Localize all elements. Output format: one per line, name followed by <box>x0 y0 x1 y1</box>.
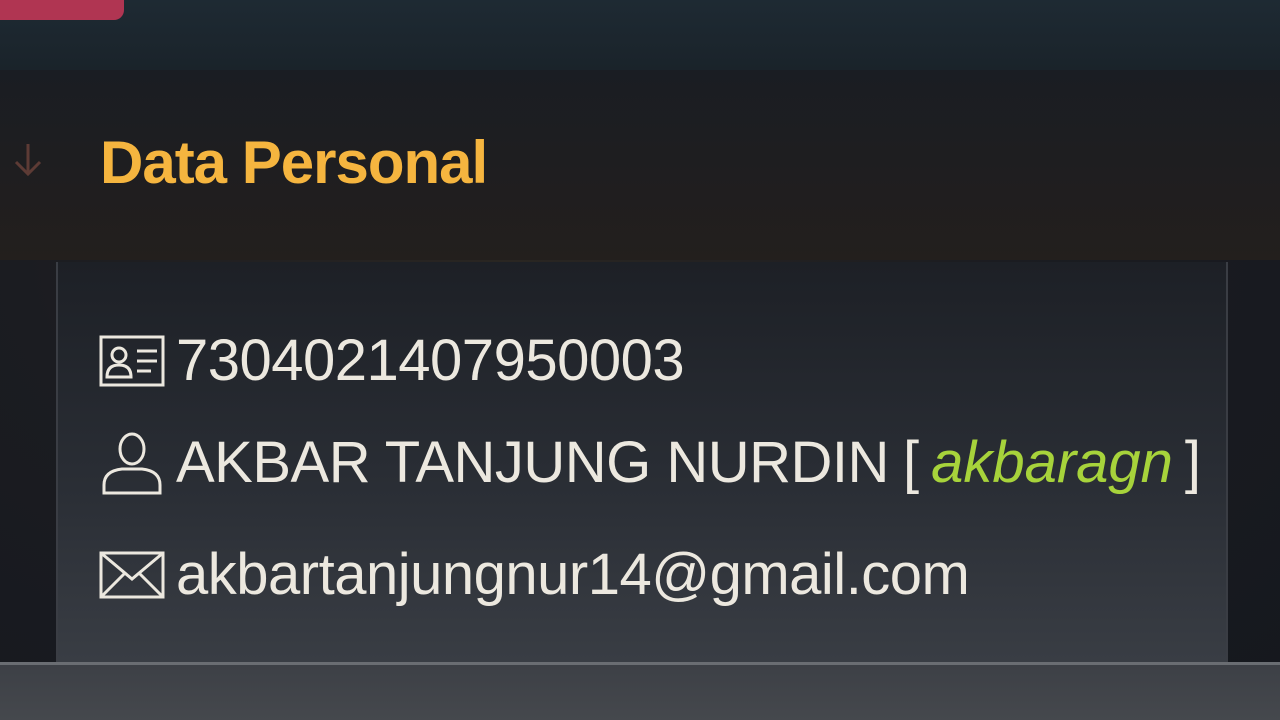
top-bar <box>0 0 1280 70</box>
username-link[interactable]: akbaragn <box>931 428 1173 498</box>
top-tab[interactable] <box>0 0 124 20</box>
screen: Data Personal 7304021407950003 AKBAR TAN… <box>0 0 1280 720</box>
section-title: Data Personal <box>100 129 488 196</box>
name-row: AKBAR TANJUNG NURDIN [ akbaragn ] <box>98 428 1201 498</box>
edge-glyph <box>1274 170 1280 210</box>
full-name: AKBAR TANJUNG NURDIN <box>176 430 889 495</box>
bracket-open: [ <box>902 430 920 495</box>
user-icon <box>98 432 166 495</box>
footer-strip <box>0 665 1280 720</box>
id-number: 7304021407950003 <box>176 328 685 393</box>
id-card-icon <box>98 330 166 392</box>
arrow-down-icon[interactable] <box>8 138 48 182</box>
email-row: akbartanjungnur14@gmail.com <box>98 540 970 610</box>
email-address[interactable]: akbartanjungnur14@gmail.com <box>176 540 970 610</box>
envelope-icon <box>98 544 166 606</box>
id-number-row: 7304021407950003 <box>98 326 685 396</box>
bracket-close: ] <box>1184 430 1202 495</box>
